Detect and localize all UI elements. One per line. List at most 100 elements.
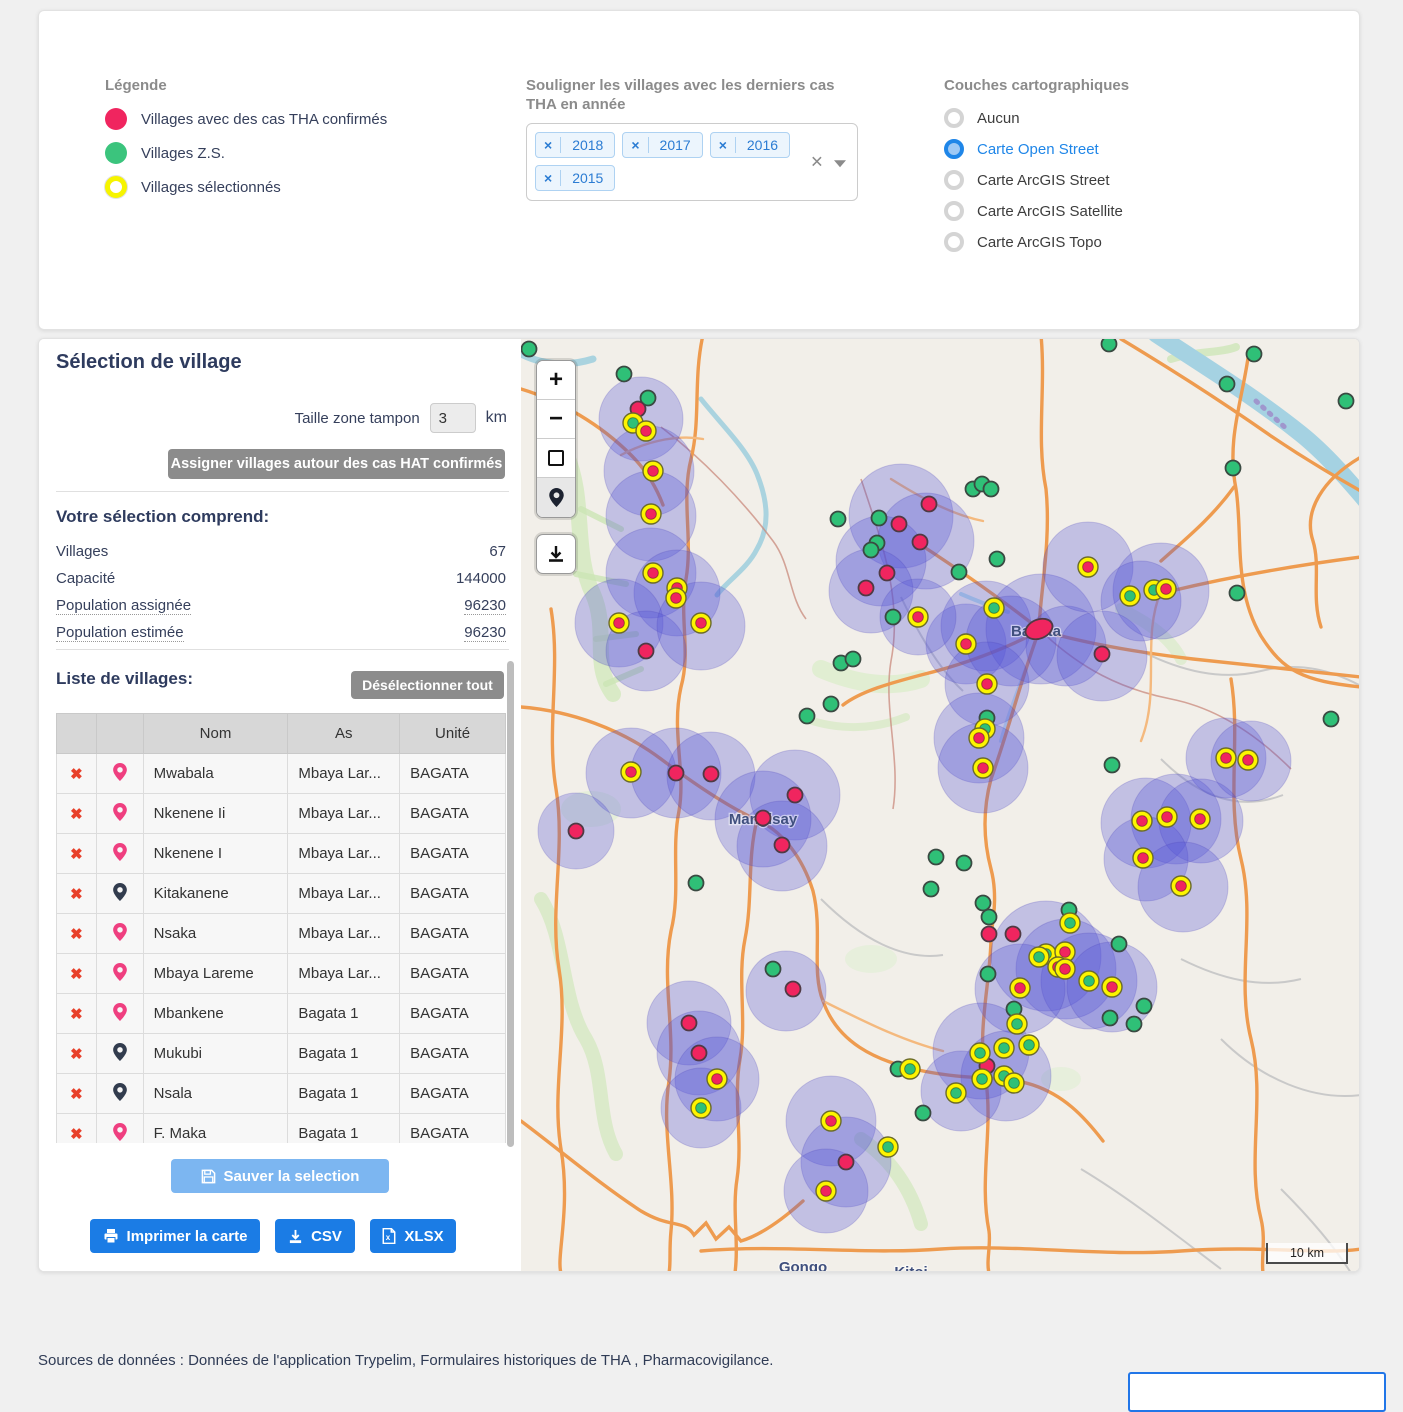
deselect-all-button[interactable]: Désélectionner tout <box>351 671 504 699</box>
zs-village-marker[interactable] <box>1324 712 1339 727</box>
zs-village-marker[interactable] <box>1137 999 1152 1014</box>
selected-tha-village-marker-center[interactable] <box>696 618 707 629</box>
selected-tha-village-marker-center[interactable] <box>671 593 682 604</box>
selected-tha-village-marker-center[interactable] <box>961 639 972 650</box>
selected-tha-village-marker-center[interactable] <box>1060 964 1071 975</box>
selected-zs-village-marker-center[interactable] <box>977 1074 988 1085</box>
zs-village-marker[interactable] <box>1226 461 1241 476</box>
zs-village-marker[interactable] <box>924 882 939 897</box>
zoom-in-button[interactable]: + <box>537 361 575 400</box>
selected-tha-village-marker-center[interactable] <box>1176 881 1187 892</box>
remove-year-icon[interactable]: × <box>711 137 736 153</box>
map-canvas[interactable]: BagataMangisayGongoKitoi + − 10 km <box>521 339 1360 1272</box>
selected-tha-village-marker-center[interactable] <box>614 618 625 629</box>
tha-village-marker[interactable] <box>682 1016 697 1031</box>
remove-village-icon[interactable]: ✖ <box>70 1126 83 1143</box>
remove-year-icon[interactable]: × <box>623 137 648 153</box>
selected-zs-village-marker-center[interactable] <box>1125 591 1136 602</box>
selected-zs-village-marker-center[interactable] <box>883 1142 894 1153</box>
selected-tha-village-marker-center[interactable] <box>1138 853 1149 864</box>
zs-village-marker[interactable] <box>1339 394 1354 409</box>
tha-village-marker[interactable] <box>839 1155 854 1170</box>
locate-village-cell[interactable] <box>96 874 143 914</box>
zs-village-marker[interactable] <box>1127 1017 1142 1032</box>
box-select-button[interactable] <box>537 439 575 478</box>
selected-zs-village-marker-center[interactable] <box>1024 1040 1035 1051</box>
selected-tha-village-marker-center[interactable] <box>982 679 993 690</box>
zs-village-marker[interactable] <box>976 896 991 911</box>
selected-tha-village-marker-center[interactable] <box>1162 812 1173 823</box>
tha-village-marker[interactable] <box>639 644 654 659</box>
layer-option-carte-open-street[interactable]: Carte Open Street <box>944 139 1129 159</box>
tha-village-marker[interactable] <box>1095 647 1110 662</box>
remove-village-cell[interactable]: ✖ <box>57 954 97 994</box>
tha-village-marker[interactable] <box>982 927 997 942</box>
village-pin-icon[interactable] <box>113 1088 127 1105</box>
selected-tha-village-marker-center[interactable] <box>1060 947 1071 958</box>
locate-village-cell[interactable] <box>96 1074 143 1114</box>
selected-zs-village-marker-center[interactable] <box>1009 1078 1020 1089</box>
stat-label[interactable]: Population estimée <box>56 624 184 642</box>
tha-village-marker[interactable] <box>569 824 584 839</box>
village-pin-icon[interactable] <box>113 808 127 825</box>
tha-village-marker[interactable] <box>756 811 771 826</box>
remove-year-icon[interactable]: × <box>536 170 561 186</box>
radio-icon[interactable] <box>944 139 964 159</box>
tha-village-marker[interactable] <box>692 1046 707 1061</box>
village-pin-icon[interactable] <box>113 1048 127 1065</box>
tha-village-marker[interactable] <box>880 566 895 581</box>
village-pin-icon[interactable] <box>113 968 127 985</box>
zs-village-marker[interactable] <box>929 850 944 865</box>
stat-label[interactable]: Population assignée <box>56 597 191 615</box>
selected-tha-village-marker-center[interactable] <box>648 568 659 579</box>
selected-tha-village-marker-center[interactable] <box>712 1074 723 1085</box>
selected-zs-village-marker-center[interactable] <box>1012 1019 1023 1030</box>
locate-village-cell[interactable] <box>96 754 143 794</box>
tha-village-marker[interactable] <box>892 517 907 532</box>
layer-option-carte-arcgis-satellite[interactable]: Carte ArcGIS Satellite <box>944 201 1129 221</box>
year-chip[interactable]: ×2016 <box>710 132 790 158</box>
download-csv-button[interactable]: CSV <box>275 1219 355 1253</box>
remove-village-icon[interactable]: ✖ <box>70 966 83 983</box>
tha-village-marker[interactable] <box>859 581 874 596</box>
tha-village-marker[interactable] <box>788 788 803 803</box>
selected-tha-village-marker-center[interactable] <box>974 733 985 744</box>
zs-village-marker[interactable] <box>984 482 999 497</box>
remove-village-icon[interactable]: ✖ <box>70 1006 83 1023</box>
zs-village-marker[interactable] <box>1102 339 1117 352</box>
selected-tha-village-marker-center[interactable] <box>821 1186 832 1197</box>
layer-option-carte-arcgis-topo[interactable]: Carte ArcGIS Topo <box>944 232 1129 252</box>
village-pin-icon[interactable] <box>113 768 127 785</box>
zs-village-marker[interactable] <box>800 709 815 724</box>
zs-village-marker[interactable] <box>824 697 839 712</box>
locate-village-cell[interactable] <box>96 794 143 834</box>
selected-tha-village-marker-center[interactable] <box>1195 814 1206 825</box>
selected-zs-village-marker-center[interactable] <box>1065 918 1076 929</box>
selected-zs-village-marker-center[interactable] <box>999 1043 1010 1054</box>
zs-village-marker[interactable] <box>872 511 887 526</box>
stat-row[interactable]: Population assignée96230 <box>56 592 506 619</box>
tha-village-marker[interactable] <box>786 982 801 997</box>
remove-year-icon[interactable]: × <box>536 137 561 153</box>
selected-tha-village-marker-center[interactable] <box>648 466 659 477</box>
save-selection-button[interactable]: Sauver la selection <box>171 1159 389 1193</box>
selected-tha-village-marker-center[interactable] <box>1015 983 1026 994</box>
remove-village-icon[interactable]: ✖ <box>70 1086 83 1103</box>
zs-village-marker[interactable] <box>617 367 632 382</box>
stat-value[interactable]: 96230 <box>464 624 506 642</box>
selected-zs-village-marker-center[interactable] <box>905 1064 916 1075</box>
village-pin-icon[interactable] <box>113 928 127 945</box>
year-chip[interactable]: ×2018 <box>535 132 615 158</box>
locate-village-cell[interactable] <box>96 1114 143 1144</box>
zs-village-marker[interactable] <box>952 565 967 580</box>
tha-village-marker[interactable] <box>775 838 790 853</box>
zs-village-marker[interactable] <box>886 610 901 625</box>
chevron-down-icon[interactable] <box>834 160 846 167</box>
table-scrollbar[interactable] <box>507 661 514 1147</box>
village-pin-icon[interactable] <box>113 1128 127 1144</box>
selected-tha-village-marker-center[interactable] <box>641 426 652 437</box>
locate-village-cell[interactable] <box>96 914 143 954</box>
locate-village-cell[interactable] <box>96 994 143 1034</box>
zs-village-marker[interactable] <box>916 1106 931 1121</box>
buffer-size-input[interactable] <box>430 403 476 433</box>
